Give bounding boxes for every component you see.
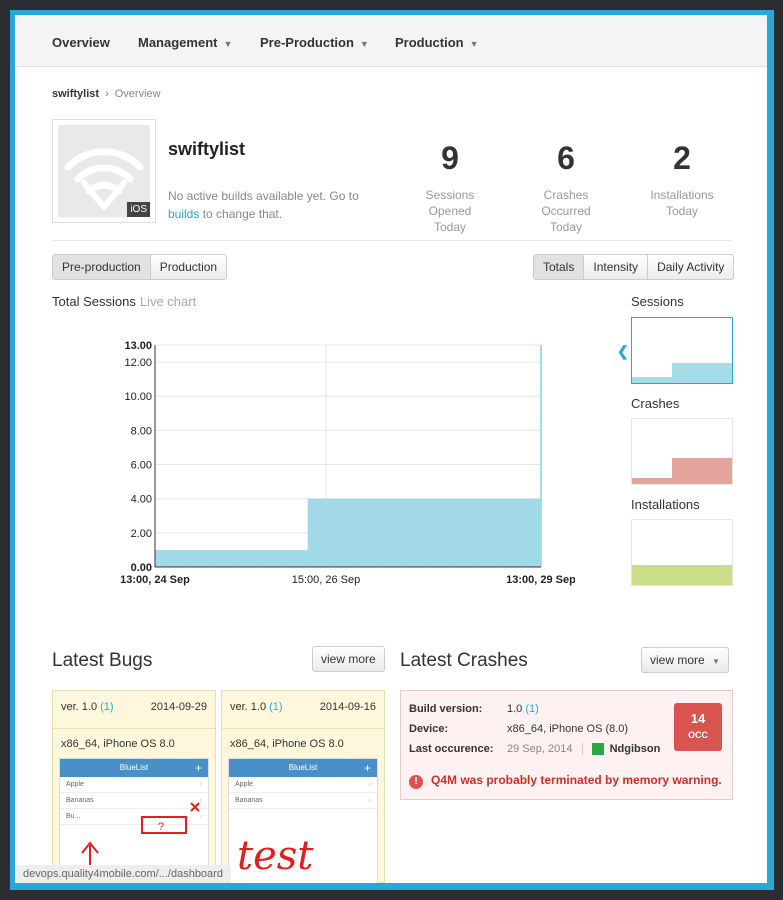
divider — [52, 240, 732, 241]
bug-screenshot: BlueList + Apple › Bananas › test — [228, 758, 378, 883]
plus-icon: + — [363, 761, 371, 775]
stat-label: Installations Today — [650, 188, 714, 218]
page-title: swiftylist — [168, 139, 246, 159]
mini-chart-installations[interactable] — [631, 519, 733, 586]
latest-bugs-title: Latest Bugs — [52, 650, 153, 671]
breadcrumb: swiftylist › Overview — [52, 88, 161, 100]
occurrence-badge: 14 OCC — [674, 703, 722, 751]
area-step — [540, 345, 542, 567]
stat-sessions: 9 Sessions Opened Today — [400, 141, 500, 235]
y-tick-label: 2.00 — [131, 528, 152, 540]
y-tick-label: 0.00 — [131, 562, 152, 574]
side-label-crashes: Crashes — [631, 396, 680, 411]
toggle-totals[interactable]: Totals — [534, 255, 585, 279]
stat-installations: 2 Installations Today — [632, 141, 732, 219]
sessions-chart: 0.00 2.00 4.00 6.00 8.00 10.00 12.00 13.00 13:00… — [95, 337, 576, 597]
view-toggle: Totals Intensity Daily Activity — [533, 254, 735, 280]
crash-message: ! Q4M was probably terminated by memory w… — [409, 773, 722, 789]
stat-value: 9 — [441, 140, 459, 176]
latest-crashes-title: Latest Crashes — [400, 650, 528, 671]
nav-production[interactable]: Production ▼ — [395, 35, 479, 50]
x-tick-label: 13:00, 24 Sep — [120, 574, 190, 586]
breadcrumb-separator: › — [105, 88, 109, 100]
nav-overview[interactable]: Overview — [52, 35, 110, 50]
nav-pre-production[interactable]: Pre-Production ▼ — [260, 35, 369, 50]
app-description: No active builds available yet. Go to bu… — [168, 189, 359, 221]
chevron-down-icon: ▼ — [223, 39, 233, 49]
environment-toggle: Pre-production Production — [52, 254, 228, 280]
mini-chart-sessions[interactable] — [631, 317, 733, 384]
handwritten-annotation: test — [237, 833, 314, 879]
area-step — [155, 549, 308, 567]
warning-icon: ! — [409, 775, 423, 789]
user-avatar-icon — [591, 743, 604, 756]
nav-management[interactable]: Management ▼ — [138, 35, 232, 50]
mini-bar — [632, 565, 732, 585]
chevron-down-icon: ▼ — [712, 657, 720, 666]
stat-value: 2 — [673, 140, 691, 176]
top-nav: Overview Management ▼ Pre-Production ▼ Pro… — [15, 15, 767, 67]
sessions-chart-svg: 0.00 2.00 4.00 6.00 8.00 10.00 12.00 13.00 13:00… — [120, 340, 576, 586]
mini-bar — [672, 458, 732, 484]
y-tick-label: 13.00 — [124, 340, 152, 352]
bug-card[interactable]: ver. 1.0 (1) 2014-09-29 x86_64, iPhone OS… — [52, 690, 216, 883]
y-tick-label: 6.00 — [131, 460, 152, 472]
chevron-left-icon: ❮ — [617, 343, 629, 359]
builds-link[interactable]: builds — [168, 207, 199, 221]
breadcrumb-current: Overview — [114, 88, 161, 100]
stat-label: Crashes Occurred Today — [541, 188, 591, 234]
crashes-view-more-button[interactable]: view more ▼ — [641, 647, 729, 673]
y-tick-label: 8.00 — [131, 425, 152, 437]
x-tick-label: 13:00, 29 Sep — [506, 574, 575, 586]
breadcrumb-app-link[interactable]: swiftylist — [52, 88, 99, 100]
bugs-view-more-button[interactable]: view more — [312, 646, 385, 672]
crash-card[interactable]: Build version: 1.0 (1) Device: x86_64, iPh… — [400, 690, 733, 800]
crash-user: Ndgibson — [609, 743, 661, 755]
y-tick-label: 4.00 — [131, 494, 152, 506]
y-tick-label: 12.00 — [124, 357, 152, 369]
y-tick-label: 10.00 — [124, 391, 152, 403]
plus-icon: + — [194, 761, 202, 775]
status-bar-url: devops.quality4mobile.com/.../dashboard — [15, 865, 231, 883]
live-chart-link[interactable]: Live chart — [140, 294, 196, 309]
stat-value: 6 — [557, 140, 575, 176]
chevron-down-icon: ▼ — [469, 39, 479, 49]
bug-card[interactable]: ver. 1.0 (1) 2014-09-16 x86_64, iPhone OS… — [221, 690, 385, 883]
stat-crashes: 6 Crashes Occurred Today — [516, 141, 616, 235]
red-annotation-icon: ? — [81, 802, 200, 875]
toggle-production[interactable]: Production — [151, 255, 226, 279]
stat-label: Sessions Opened Today — [425, 188, 475, 234]
mini-bar — [672, 363, 732, 383]
svg-text:?: ? — [158, 821, 164, 833]
mini-bar — [632, 478, 672, 484]
mini-chart-crashes[interactable] — [631, 418, 733, 485]
platform-badge: iOS — [127, 202, 150, 217]
toggle-intensity[interactable]: Intensity — [584, 255, 649, 279]
side-label-installations: Installations — [631, 497, 700, 512]
side-label-sessions: Sessions — [631, 294, 684, 309]
x-tick-label: 15:00, 26 Sep — [292, 574, 361, 586]
chevron-down-icon: ▼ — [359, 39, 369, 49]
mini-bar — [632, 377, 672, 383]
app-icon-frame: iOS — [52, 119, 156, 223]
chart-title: Total Sessions Live chart — [52, 294, 197, 309]
toggle-daily-activity[interactable]: Daily Activity — [648, 255, 733, 279]
toggle-pre-production[interactable]: Pre-production — [53, 255, 151, 279]
dashboard-page: Overview Management ▼ Pre-Production ▼ Pro… — [15, 15, 767, 883]
svg-text:test: test — [237, 833, 314, 879]
